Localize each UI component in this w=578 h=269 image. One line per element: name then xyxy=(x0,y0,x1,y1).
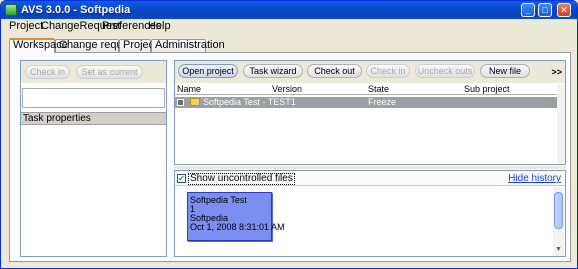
column-header-name[interactable]: Name xyxy=(177,84,201,94)
main-toolbar: Open project Task wizard Check out Check… xyxy=(175,61,565,83)
check-out-button[interactable]: Check out xyxy=(307,64,362,78)
left-check-in-button[interactable]: Check in xyxy=(25,65,70,79)
window-title: AVS 3.0.0 - Softpedia xyxy=(21,4,131,16)
open-project-button[interactable]: Open project xyxy=(178,64,238,78)
tab-project[interactable]: Project xyxy=(119,39,157,52)
folder-icon xyxy=(190,98,200,106)
scrollbar-thumb[interactable] xyxy=(554,192,563,229)
column-header-state[interactable]: State xyxy=(368,84,389,94)
grid-scrollbar[interactable] xyxy=(557,84,565,164)
set-as-current-button[interactable]: Set as current xyxy=(76,65,143,79)
history-card-title: Softpedia Test xyxy=(190,195,247,205)
history-card-date: Oct 1, 2008 8:31:01 AM xyxy=(190,222,285,232)
menu-help[interactable]: Help xyxy=(148,20,171,32)
history-pane: ✔ Show uncontrolled files Hide history S… xyxy=(174,170,566,257)
menu-project[interactable]: Project xyxy=(9,20,43,32)
history-scrollbar[interactable]: ▼ xyxy=(553,187,564,256)
column-header-version[interactable]: Version xyxy=(272,84,302,94)
left-pane: Check in Set as current Task properties xyxy=(20,60,167,257)
history-bar: ✔ Show uncontrolled files Hide history xyxy=(175,171,565,186)
title-bar[interactable]: AVS 3.0.0 - Softpedia _ □ ✕ xyxy=(1,1,577,19)
table-row[interactable]: Softpedia Test - TEST1 Freeze xyxy=(175,97,557,108)
toolbar-overflow-chevron-icon[interactable]: >> xyxy=(551,67,562,77)
new-file-button[interactable]: New file xyxy=(480,64,530,78)
app-window: AVS 3.0.0 - Softpedia _ □ ✕ Project Chan… xyxy=(0,0,578,269)
maximize-button[interactable]: □ xyxy=(538,3,552,17)
show-uncontrolled-checkbox[interactable]: ✔ xyxy=(177,174,186,183)
left-filter-field[interactable] xyxy=(22,88,165,108)
workspace-panel: Check in Set as current Task properties … xyxy=(9,52,571,262)
menu-bar: Project ChangeRequest Preferences Help xyxy=(1,19,577,33)
project-grid-pane: Open project Task wizard Check out Check… xyxy=(174,60,566,165)
row-state: Freeze xyxy=(368,97,397,107)
close-button[interactable]: ✕ xyxy=(557,3,571,17)
task-wizard-button[interactable]: Task wizard xyxy=(243,64,303,78)
check-in-button[interactable]: Check in xyxy=(366,64,410,78)
row-name: Softpedia Test - TEST1 xyxy=(203,97,296,107)
left-toolbar: Check in Set as current xyxy=(21,61,166,83)
history-card[interactable]: Softpedia Test 1 Softpedia Oct 1, 2008 8… xyxy=(187,192,285,241)
pane-splitter[interactable] xyxy=(174,166,566,169)
tab-administration[interactable]: Administration xyxy=(151,39,225,52)
scroll-down-arrow-icon[interactable]: ▼ xyxy=(554,245,563,254)
hide-history-link[interactable]: Hide history xyxy=(508,173,561,184)
app-icon xyxy=(5,4,17,16)
tab-workspace[interactable]: Workspace xyxy=(9,38,68,53)
uncheck-outs-button[interactable]: Uncheck outs xyxy=(415,64,475,78)
expand-plus-icon[interactable] xyxy=(177,99,184,106)
minimize-button[interactable]: _ xyxy=(521,3,535,17)
grid-header: Name Version State Sub project xyxy=(175,84,565,95)
column-header-sub-project[interactable]: Sub project xyxy=(464,84,510,94)
show-uncontrolled-label[interactable]: Show uncontrolled files xyxy=(188,173,295,185)
task-properties-header[interactable]: Task properties xyxy=(21,112,166,125)
